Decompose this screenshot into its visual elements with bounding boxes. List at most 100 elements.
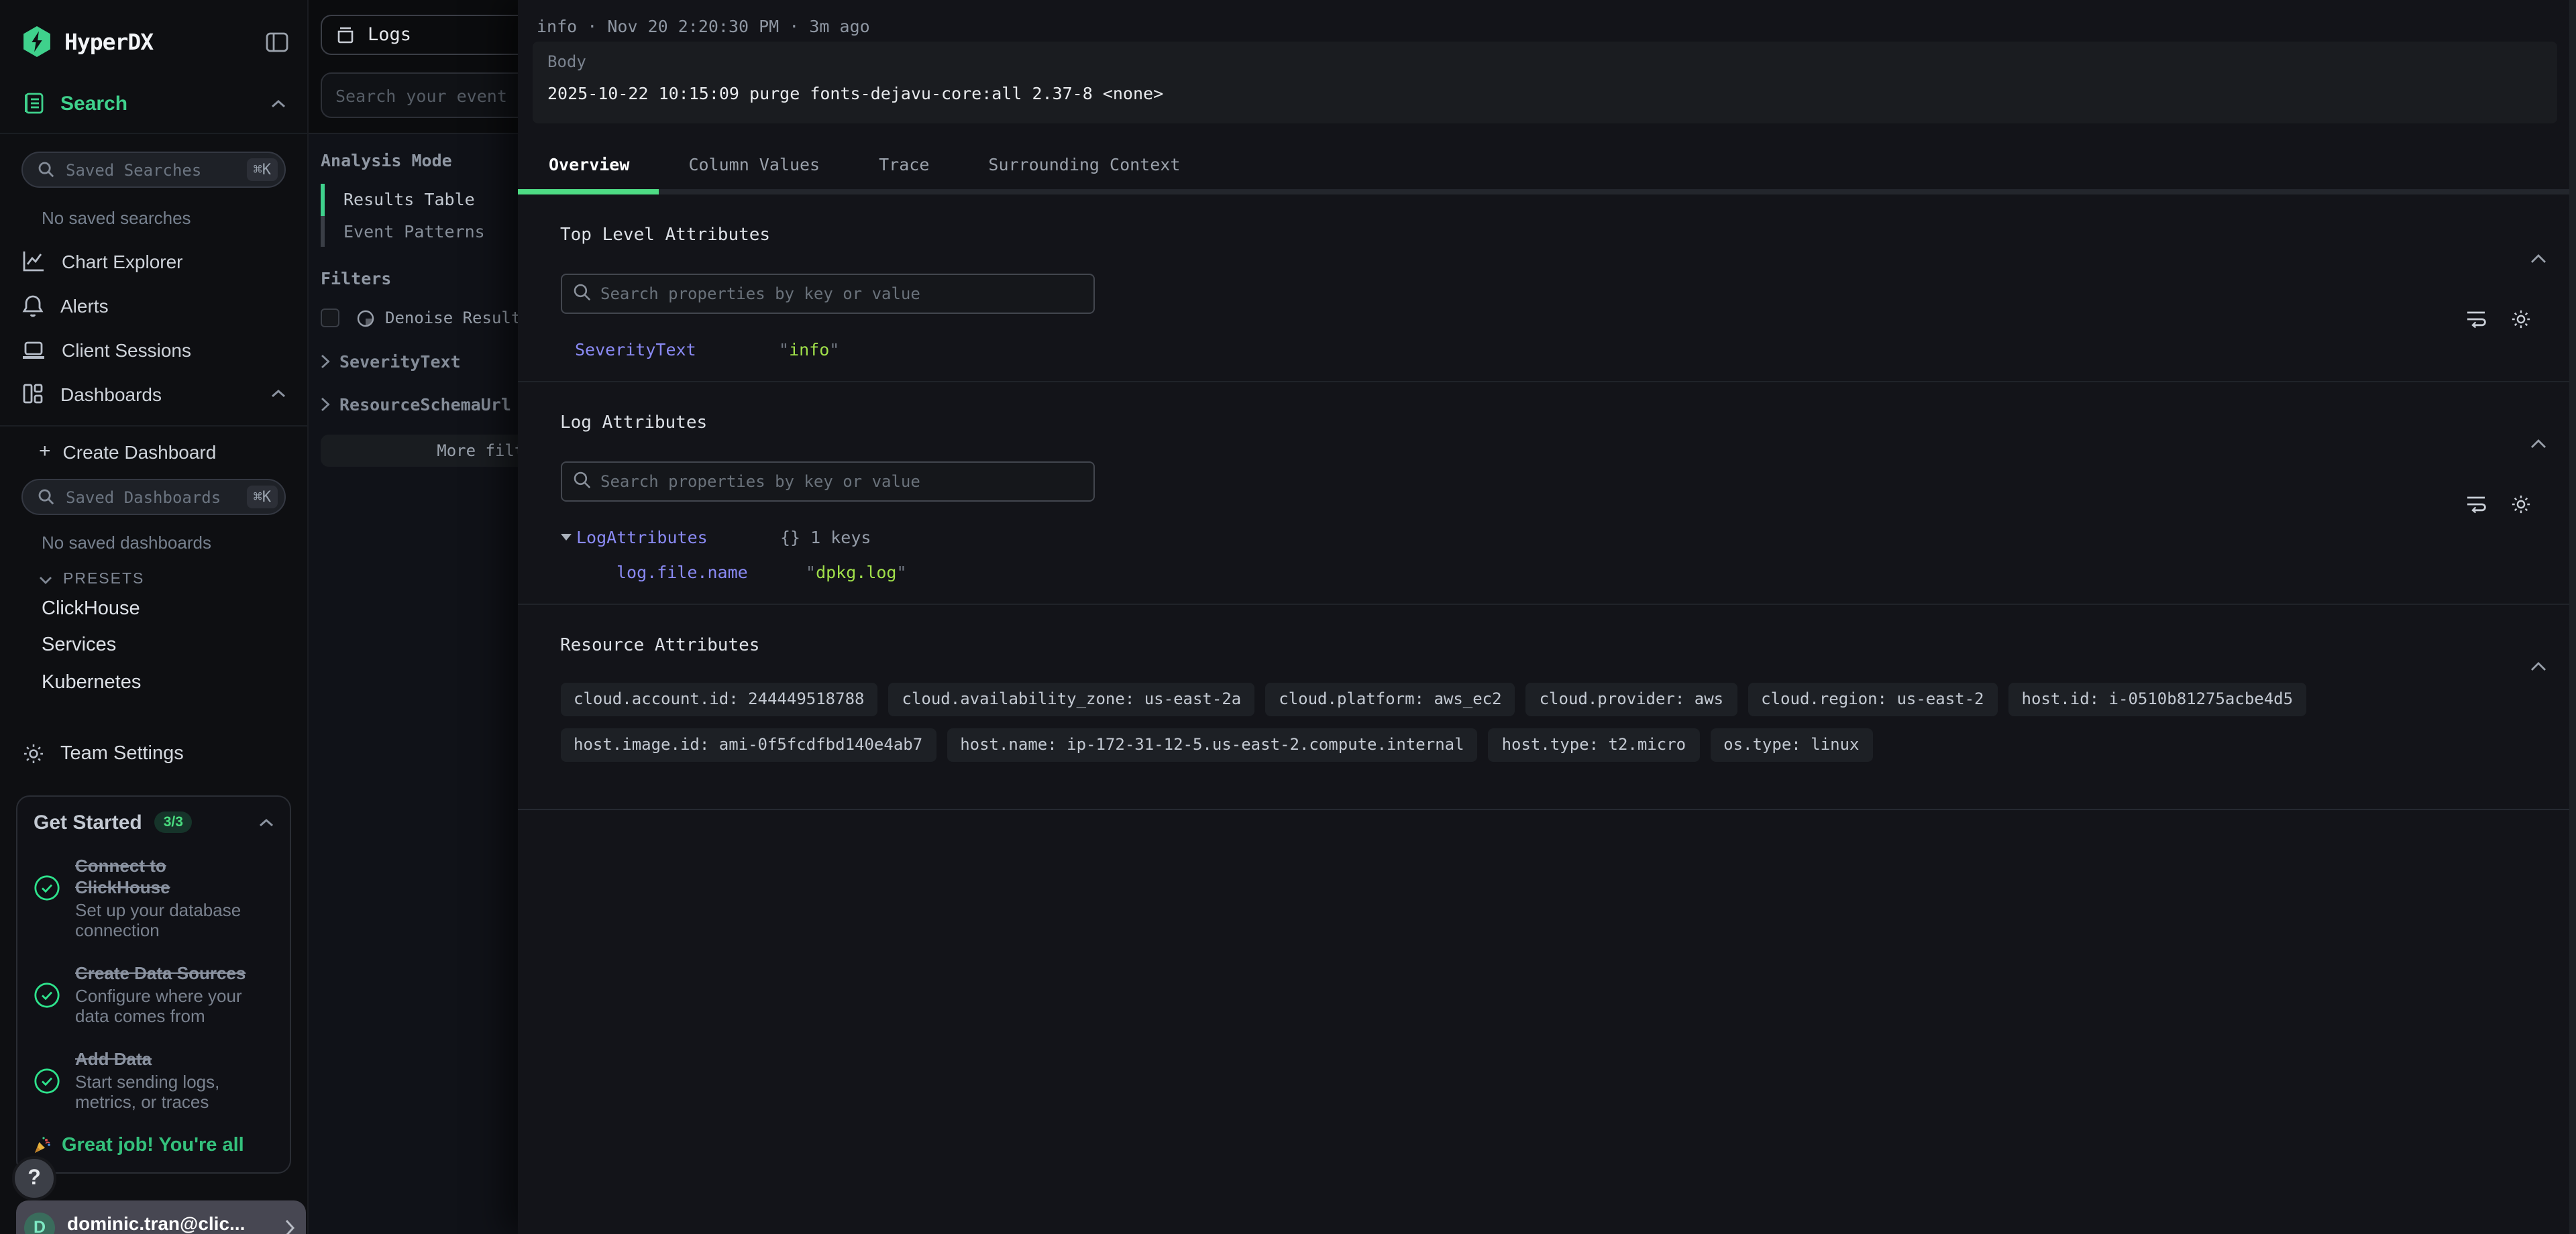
dashboard-grid-icon <box>21 382 44 405</box>
gear-icon[interactable] <box>2510 308 2532 329</box>
resource-chip-row: host.image.id: ami-0f5fcdfbd140e4ab7 hos… <box>560 728 2576 761</box>
shortcut-badge: ⌘K <box>247 486 278 508</box>
get-started-title: Get Started <box>34 811 142 834</box>
sidebar-item-dashboards[interactable]: Dashboards <box>0 372 307 416</box>
attribute-key[interactable]: SeverityText <box>575 339 779 359</box>
collapse-section-icon[interactable] <box>2530 253 2546 264</box>
denoise-results-toggle[interactable]: Denoise Results <box>321 303 537 333</box>
sidebar-item-clickhouse[interactable]: ClickHouse <box>0 593 307 624</box>
gear-icon[interactable] <box>2510 493 2532 514</box>
presets-label: PRESETS <box>63 571 144 587</box>
nav-label: Client Sessions <box>62 339 191 360</box>
resource-chip[interactable]: os.type: linux <box>1710 728 1872 761</box>
filter-group-severitytext[interactable]: SeverityText <box>321 347 537 376</box>
tab-surrounding-context[interactable]: Surrounding Context <box>988 154 1180 174</box>
congrats-row: Great job! You're all <box>31 1134 274 1156</box>
section-title: Log Attributes <box>560 412 707 433</box>
get-started-item-title: Create Data Sources <box>75 962 252 984</box>
attribute-key[interactable]: LogAttributes <box>576 526 780 547</box>
resource-chip[interactable]: cloud.region: us-east-2 <box>1748 682 1997 716</box>
event-detail-panel: info · Nov 20 2:20:30 PM · 3m ago Body 2… <box>518 0 2576 1234</box>
search-icon <box>38 488 55 506</box>
attribute-search-input[interactable] <box>560 273 1094 313</box>
resource-chip-row: cloud.account.id: 244449518788 cloud.ava… <box>560 682 2576 716</box>
scrollbar[interactable] <box>2569 0 2576 1234</box>
saved-searches-input[interactable]: Saved Searches ⌘K <box>21 152 286 188</box>
sidebar: HyperDX Search Saved Searches ⌘K No save… <box>0 0 309 1234</box>
presets-toggle[interactable]: PRESETS <box>39 571 307 587</box>
sidebar-item-chart-explorer[interactable]: Chart Explorer <box>0 239 307 283</box>
mode-results-table[interactable]: Results Table <box>321 184 537 215</box>
user-email-primary: dominic.tran@clic... <box>67 1213 284 1234</box>
create-dashboard-button[interactable]: + Create Dashboard <box>0 429 307 473</box>
source-select-button[interactable]: Logs <box>321 15 537 55</box>
chevron-up-icon[interactable] <box>259 818 274 827</box>
expand-triangle-icon[interactable] <box>560 533 571 540</box>
search-icon <box>38 161 55 178</box>
sidebar-item-services[interactable]: Services <box>0 630 307 661</box>
party-popper-icon <box>31 1134 52 1156</box>
tab-trace[interactable]: Trace <box>879 154 929 174</box>
avatar: D <box>24 1212 55 1234</box>
tab-overview[interactable]: Overview <box>549 154 629 174</box>
tab-divider <box>518 189 2576 194</box>
attribute-search-input[interactable] <box>560 461 1094 501</box>
saved-dashboards-input[interactable]: Saved Dashboards ⌘K <box>21 479 286 515</box>
resource-chip[interactable]: cloud.platform: aws_ec2 <box>1265 682 1515 716</box>
get-started-card: Get Started 3/3 Connect to ClickHouse Se… <box>16 795 291 1173</box>
chevron-up-icon[interactable] <box>271 389 286 398</box>
resource-chip[interactable]: cloud.account.id: 244449518788 <box>560 682 878 716</box>
denoise-checkbox[interactable] <box>321 308 339 327</box>
attribute-value[interactable]: "dpkg.log" <box>806 561 907 581</box>
filter-group-resourceschemaurl[interactable]: ResourceSchemaUrl <box>321 390 537 418</box>
help-button[interactable]: ? <box>12 1156 56 1200</box>
wrap-lines-icon[interactable] <box>2465 493 2487 514</box>
resource-chip[interactable]: cloud.provider: aws <box>1526 682 1737 716</box>
resource-chip[interactable]: cloud.availability_zone: us-east-2a <box>889 682 1255 716</box>
body-text[interactable]: 2025-10-22 10:15:09 purge fonts-dejavu-c… <box>547 83 2557 103</box>
sidebar-item-client-sessions[interactable]: Client Sessions <box>0 327 307 372</box>
get-started-item[interactable]: Create Data Sources Configure where your… <box>34 962 274 1027</box>
sidebar-nav: Chart Explorer Alerts Client Sessions Da… <box>0 239 307 416</box>
divider <box>0 425 307 427</box>
collapse-sidebar-button[interactable] <box>266 32 288 52</box>
resource-chip[interactable]: host.id: i-0510b81275acbe4d5 <box>2008 682 2307 716</box>
user-menu[interactable]: D dominic.tran@clic... dominic.tran@clic… <box>16 1200 306 1234</box>
logs-source-icon <box>335 25 356 44</box>
divider <box>0 133 307 134</box>
collapse-section-icon[interactable] <box>2530 661 2546 671</box>
collapse-section-icon[interactable] <box>2530 438 2546 449</box>
event-search-input[interactable] <box>321 72 537 118</box>
event-header: info · Nov 20 2:20:30 PM · 3m ago <box>518 0 2576 35</box>
wrap-lines-icon[interactable] <box>2465 308 2487 329</box>
search-icon <box>572 282 591 301</box>
filter-toolbar: Logs <box>309 0 537 134</box>
divider <box>518 808 2576 809</box>
avatar-initial: D <box>34 1218 46 1234</box>
sidebar-item-kubernetes[interactable]: Kubernetes <box>0 667 307 698</box>
chevron-up-icon[interactable] <box>271 99 286 108</box>
resource-chip[interactable]: host.type: t2.micro <box>1489 728 1700 761</box>
attribute-key[interactable]: log.file.name <box>616 561 806 581</box>
resource-chip[interactable]: host.name: ip-172-31-12-5.us-east-2.comp… <box>947 728 1477 761</box>
nav-label: Chart Explorer <box>62 250 183 272</box>
logo-row: HyperDX <box>0 0 307 56</box>
sidebar-item-team-settings[interactable]: Team Settings <box>0 733 307 773</box>
sidebar-item-alerts[interactable]: Alerts <box>0 283 307 327</box>
filter-group-label: SeverityText <box>339 351 461 372</box>
get-started-item[interactable]: Connect to ClickHouse Set up your databa… <box>34 855 274 941</box>
preset-label: Services <box>42 635 116 657</box>
active-tab-indicator <box>518 189 659 194</box>
resource-chip[interactable]: host.image.id: ami-0f5fcdfbd140e4ab7 <box>560 728 936 761</box>
attribute-value[interactable]: "info" <box>779 339 839 359</box>
tab-column-values[interactable]: Column Values <box>688 154 820 174</box>
attribute-parent-row[interactable]: LogAttributes {} 1 keys <box>560 526 2576 547</box>
bell-icon <box>21 293 44 317</box>
get-started-header[interactable]: Get Started 3/3 <box>34 811 274 834</box>
detail-tabs: Overview Column Values Trace Surrounding… <box>518 154 2576 174</box>
mode-event-patterns[interactable]: Event Patterns <box>321 215 537 247</box>
more-filters-button[interactable]: More filters <box>321 435 537 467</box>
get-started-item[interactable]: Add Data Start sending logs, metrics, or… <box>34 1048 274 1113</box>
sidebar-item-search[interactable]: Search <box>0 83 307 123</box>
panel-toggle-icon <box>266 32 288 52</box>
